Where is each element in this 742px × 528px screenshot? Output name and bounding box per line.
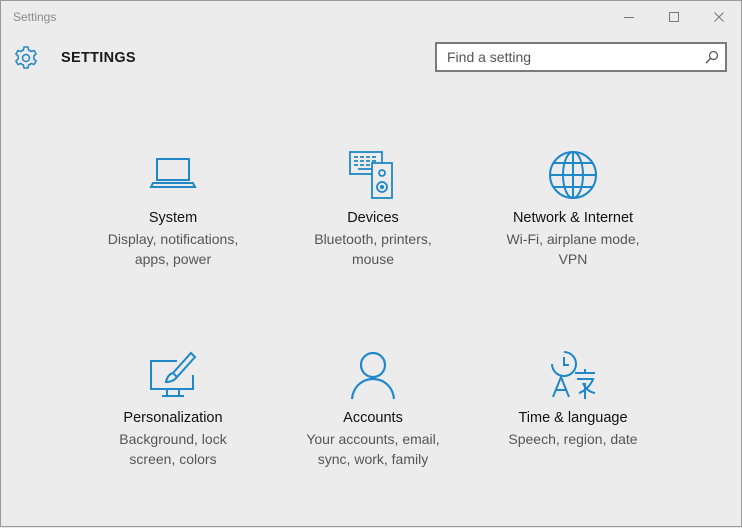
category-title: Devices <box>347 210 399 226</box>
laptop-icon <box>149 158 197 188</box>
paintbrush-icon <box>150 351 197 397</box>
time-language-icon <box>551 351 596 399</box>
globe-icon <box>549 151 597 199</box>
settings-window: Settings SETTINGS Find a setting System … <box>0 0 742 527</box>
category-network-internet[interactable]: Network & Internet Wi-Fi, airplane mode,… <box>483 149 663 269</box>
category-time-language[interactable]: Time & language Speech, region, date <box>483 349 663 449</box>
person-icon <box>350 351 396 400</box>
category-title: Network & Internet <box>512 210 634 226</box>
category-description: Your accounts, email, sync, work, family <box>306 431 440 467</box>
category-system[interactable]: System Display, notifications, apps, powe… <box>83 149 263 269</box>
category-description: Display, notifications, apps, power <box>107 231 239 267</box>
devices-icon <box>349 151 393 199</box>
category-description: Bluetooth, printers, mouse <box>314 231 432 267</box>
category-description: Background, lock screen, colors <box>119 431 227 467</box>
categories-grid: System Display, notifications, apps, powe… <box>1 1 742 528</box>
category-title: Time & language <box>518 410 628 426</box>
category-description: Wi-Fi, airplane mode, VPN <box>506 231 640 267</box>
category-description: Speech, region, date <box>508 431 638 447</box>
category-title: System <box>148 210 198 226</box>
category-title: Personalization <box>123 410 223 426</box>
category-personalization[interactable]: Personalization Background, lock screen, … <box>83 349 263 469</box>
category-devices[interactable]: Devices Bluetooth, printers, mouse <box>283 149 463 269</box>
category-title: Accounts <box>343 410 403 426</box>
category-accounts[interactable]: Accounts Your accounts, email, sync, work… <box>283 349 463 469</box>
